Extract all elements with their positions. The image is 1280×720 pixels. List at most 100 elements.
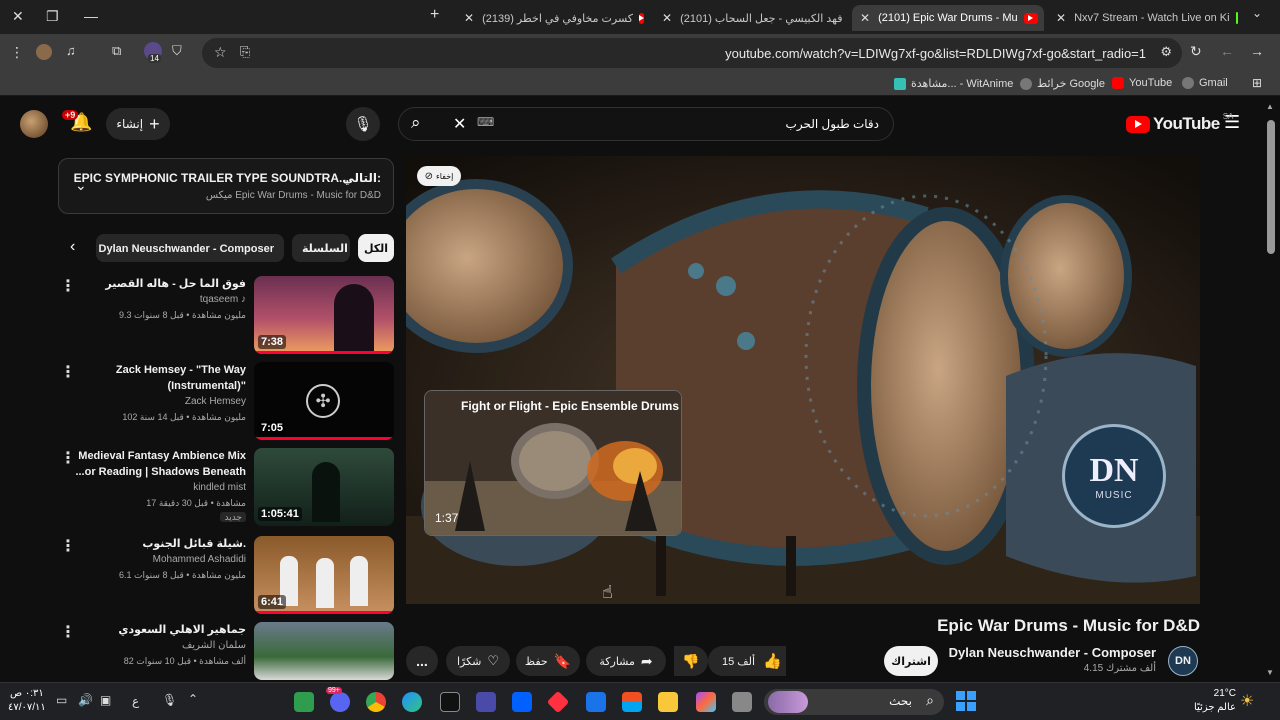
video-thumbnail[interactable] [254, 622, 394, 680]
chips-scroll-left-icon[interactable]: ‹ [70, 238, 75, 256]
list-item[interactable]: ⋮ شيلة قبائل الجنوب. Mohammed Ashadidi 6… [60, 536, 394, 616]
tab-close-icon[interactable]: ✕ [464, 11, 474, 25]
close-window-icon[interactable]: ✕ [12, 8, 24, 25]
hide-overlay-button[interactable]: ⊘ إخفاء [417, 166, 461, 186]
clock[interactable]: ٠:٣١ ص ٤٧/٠٧/١١ [8, 687, 46, 715]
channel-watermark-logo[interactable]: DN MUSIC [1062, 424, 1166, 528]
hover-preview-card[interactable]: Fight or Flight - Epic Ensemble Drums 1:… [424, 390, 682, 536]
task-view-icon[interactable] [732, 692, 752, 712]
file-explorer-icon[interactable] [658, 692, 678, 712]
subscribe-button[interactable]: اشتراك [884, 646, 938, 676]
weather-widget[interactable]: 21°C عالم جزئيًا [1180, 687, 1236, 715]
minimize-window-icon[interactable]: — [84, 8, 98, 24]
app-icon[interactable] [476, 692, 496, 712]
youtube-logo[interactable]: YouTube SA [1126, 112, 1233, 134]
tab-close-icon[interactable]: ✕ [1056, 11, 1066, 25]
up-next-card[interactable]: التالي: EPIC SYMPHONIC TRAILER TYPE SOUN… [58, 158, 394, 214]
windows-start-icon[interactable] [956, 691, 976, 711]
profile-avatar-icon[interactable] [36, 44, 52, 60]
menu-dots-icon[interactable]: ⋮ [10, 44, 24, 61]
search-input[interactable]: دقات طبول الحرب ⌨ ✕ ⌕ [398, 107, 894, 141]
bookmark-witanime[interactable]: مشاهدة... - WitAnime [894, 77, 1013, 90]
thanks-button[interactable]: شكرًا ♡ [446, 646, 510, 676]
tab-1[interactable]: ✕ Nxv7 Stream - Watch Live on Ki [1048, 5, 1238, 31]
bookmark-gmail[interactable]: Gmail [1182, 77, 1228, 89]
voice-search-button[interactable]: 🎙 [346, 107, 380, 141]
chip-from-channel[interactable]: من Dylan Neuschwander - Composer [96, 234, 284, 262]
video-thumbnail[interactable]: ✣ 7:05 [254, 362, 394, 440]
battery-icon[interactable]: ▭ [56, 693, 67, 707]
apps-grid-icon[interactable]: ⊞ [1252, 76, 1262, 90]
taskbar-search[interactable]: بحث ⌕ [764, 689, 944, 715]
video-thumbnail[interactable]: 7:38 [254, 276, 394, 354]
search-icon[interactable]: ⌕ [411, 113, 421, 133]
video-thumbnail[interactable]: 6:41 [254, 536, 394, 614]
tab-close-icon[interactable]: ✕ [860, 11, 870, 25]
keyboard-icon[interactable]: ⌨ [477, 115, 494, 129]
site-info-icon[interactable]: ⚙ [1160, 44, 1172, 60]
clear-search-icon[interactable]: ✕ [453, 114, 466, 134]
dislike-button[interactable]: 👎 [674, 646, 708, 676]
dropbox-icon[interactable] [512, 692, 532, 712]
copilot-icon[interactable] [696, 692, 716, 712]
list-item[interactable]: ⋮ فوق الما حل - هاله القصير tqaseem ♪ 9.… [60, 276, 394, 356]
reload-icon[interactable]: ↻ [1190, 43, 1202, 60]
app-icon[interactable] [294, 692, 314, 712]
watch-progress-bar [254, 611, 394, 614]
tab-3[interactable]: ✕ (2101) فهد الكبيسي - جعل السحاب [654, 5, 846, 31]
list-item[interactable]: ⋮ Medieval Fantasy Ambience Mix ...or Re… [60, 448, 394, 530]
list-item[interactable]: ⋮ Zack Hemsey - "The Way (Instrumental)"… [60, 362, 394, 442]
input-language[interactable]: ع [132, 694, 139, 708]
new-tab-icon[interactable]: + [430, 6, 439, 24]
chevron-down-icon[interactable]: ⌄ [75, 177, 87, 194]
chrome-icon[interactable] [366, 692, 386, 712]
app-icon[interactable] [546, 690, 570, 714]
tab-close-icon[interactable]: ✕ [662, 11, 672, 25]
store-icon[interactable] [622, 692, 642, 712]
account-avatar[interactable] [20, 110, 48, 138]
more-actions-button[interactable]: ... [406, 646, 438, 676]
forward-icon[interactable]: ← [1220, 43, 1234, 59]
bookmark-google-maps[interactable]: خرائط Google [1020, 77, 1105, 90]
tab-search-icon[interactable]: ⌄ [1252, 6, 1262, 20]
bookmark-youtube[interactable]: YouTube [1112, 77, 1172, 89]
scroll-up-icon[interactable]: ▲ [1266, 102, 1274, 111]
epic-games-icon[interactable] [440, 692, 460, 712]
show-hidden-icons[interactable]: ⌃ [188, 692, 198, 706]
tab-title: (2101) Epic War Drums - Mu [878, 12, 1018, 24]
share-button[interactable]: مشاركة ➦ [586, 646, 666, 676]
page-scrollbar[interactable]: ▲ ▼ [1262, 100, 1280, 682]
tab-active[interactable]: ✕ (2101) Epic War Drums - Mu [852, 5, 1044, 31]
microphone-icon: 🎙 [353, 116, 373, 133]
channel-name[interactable]: Dylan Neuschwander - Composer [949, 645, 1156, 660]
network-icon[interactable]: ▣ [100, 693, 111, 707]
tab-4[interactable]: ✕ (2139) كسرت مخاوفي في اخطر [456, 5, 650, 31]
globe-icon [1020, 77, 1032, 90]
scrollbar-thumb[interactable] [1267, 120, 1275, 254]
youtube-favicon-icon [1023, 12, 1038, 24]
edge-icon[interactable] [402, 692, 422, 712]
restore-window-icon[interactable]: ❐ [46, 8, 59, 25]
shield-icon[interactable]: ⛉ [172, 43, 182, 59]
chip-all[interactable]: الكل [358, 234, 394, 262]
list-item[interactable]: ⋮ جماهير الاهلي السعودي سلمان الشريف 82 … [60, 622, 394, 680]
install-app-icon[interactable]: ⎘ [240, 44, 250, 60]
scroll-down-icon[interactable]: ▼ [1266, 668, 1274, 677]
mail-icon[interactable] [586, 692, 606, 712]
create-button[interactable]: إنشاء + [106, 108, 170, 140]
save-button[interactable]: حفظ 🔖 [516, 646, 580, 676]
video-player[interactable]: DN MUSIC ⊘ إخفاء [406, 156, 1200, 604]
extensions-icon[interactable]: ⧉ [112, 43, 121, 59]
volume-icon[interactable]: 🔊 [78, 693, 93, 707]
address-bar[interactable]: ☆ ⎘ youtube.com/watch?v=LDIWg7xf-go&list… [202, 38, 1182, 68]
back-icon[interactable]: → [1250, 43, 1264, 59]
video-thumbnail[interactable]: 1:05:41 [254, 448, 394, 526]
bookmark-star-icon[interactable]: ☆ [214, 44, 227, 61]
channel-avatar[interactable]: DN [1168, 646, 1198, 676]
microphone-tray-icon[interactable]: 🎙 [162, 693, 177, 707]
discord-icon[interactable] [330, 692, 350, 712]
silhouette [334, 284, 374, 354]
chip-from-series[interactable]: من السلسلة [292, 234, 350, 262]
like-button[interactable]: 15 ألف 👍 [708, 646, 786, 676]
media-control-icon[interactable]: ♫ [66, 43, 76, 58]
